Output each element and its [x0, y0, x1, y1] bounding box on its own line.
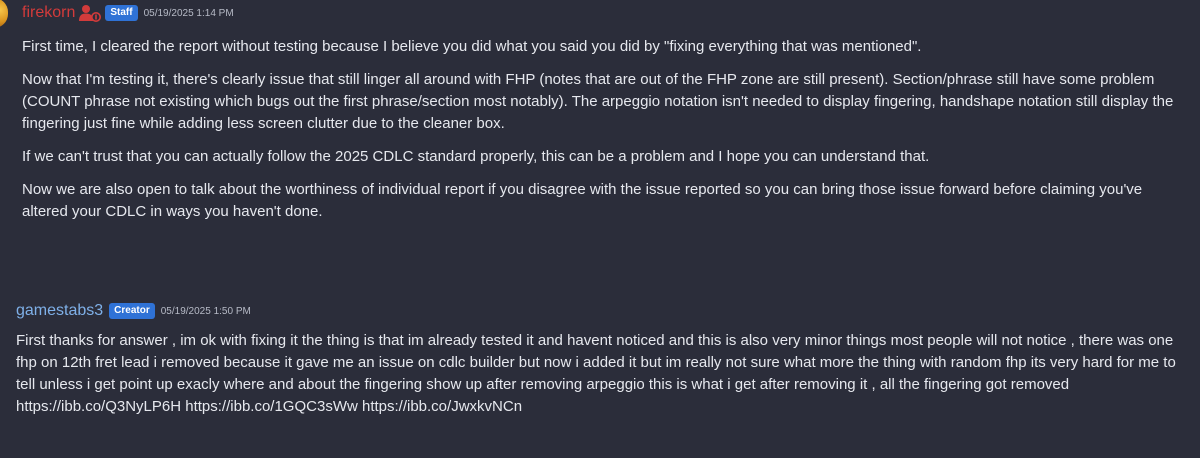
role-badge: Staff: [105, 5, 138, 21]
role-badge: Creator: [109, 303, 155, 319]
comment-paragraph: First thanks for answer , im ok with fix…: [16, 332, 1176, 415]
author-name[interactable]: firekorn: [22, 3, 75, 23]
comment-paragraph: First time, I cleared the report without…: [22, 38, 922, 55]
comment-body: First thanks for answer , im ok with fix…: [0, 330, 1200, 418]
comment-header: gamestabs3 Creator 05/19/2025 1:50 PM: [0, 298, 1200, 324]
comment-post: gamestabs3 Creator 05/19/2025 1:50 PM Fi…: [0, 298, 1200, 418]
timestamp: 05/19/2025 1:50 PM: [160, 305, 251, 317]
comment-paragraph: If we can't trust that you can actually …: [22, 148, 930, 165]
comment-thread: firekorn Staff 05/19/2025 1:14 PM First …: [0, 0, 1200, 458]
staff-user-icon: [79, 4, 102, 22]
user-avatar[interactable]: [0, 0, 8, 28]
comment-paragraph: Now that I'm testing it, there's clearly…: [22, 71, 1174, 132]
comment-body: First time, I cleared the report without…: [0, 36, 1200, 223]
comment-post: firekorn Staff 05/19/2025 1:14 PM First …: [0, 0, 1200, 223]
comment-header: firekorn Staff 05/19/2025 1:14 PM: [0, 0, 1200, 28]
comment-paragraph: Now we are also open to talk about the w…: [22, 181, 1143, 220]
author-name[interactable]: gamestabs3: [16, 301, 103, 321]
timestamp: 05/19/2025 1:14 PM: [143, 7, 234, 19]
